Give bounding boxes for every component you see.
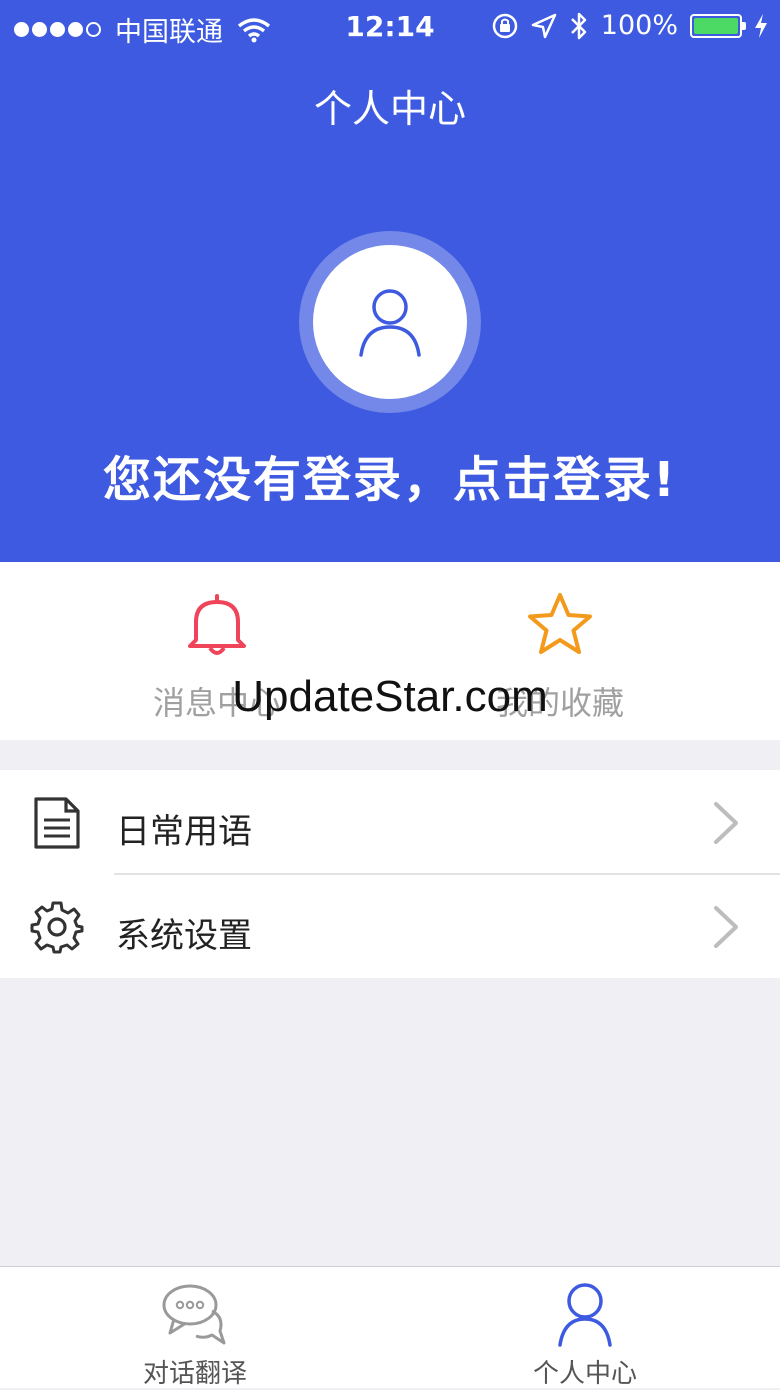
watermark: UpdateStar.com	[232, 672, 548, 721]
tab-conversation-translate[interactable]: 对话翻译	[0, 1267, 390, 1389]
tab-label: 个人中心	[532, 1359, 637, 1389]
battery-percent: 100%	[600, 10, 678, 41]
person-icon	[558, 1283, 612, 1347]
menu-item-common-phrases[interactable]: 日常用语	[0, 770, 780, 875]
bell-icon	[188, 594, 246, 655]
tab-label: 对话翻译	[142, 1359, 247, 1389]
menu-item-label: 系统设置	[116, 916, 252, 956]
menu-item-system-settings[interactable]: 系统设置	[0, 874, 780, 978]
avatar	[313, 245, 467, 399]
battery-icon	[690, 13, 746, 38]
chevron-right-icon	[714, 906, 738, 948]
user-icon	[359, 289, 421, 357]
star-icon	[528, 593, 592, 654]
page-title: 个人中心	[313, 87, 466, 131]
bluetooth-icon	[570, 12, 587, 39]
orientation-lock-icon	[492, 13, 518, 38]
status-bar: 中国联通 12:14 100%	[0, 0, 780, 56]
document-icon	[34, 797, 80, 849]
profile-header: 中国联通 12:14 100% 个人中心 您还没有登录，点击登录!	[0, 0, 780, 562]
location-arrow-icon	[531, 13, 557, 38]
charging-bolt-icon	[755, 13, 767, 38]
login-prompt-link[interactable]: 您还没有登录，点击登录!	[0, 440, 780, 510]
chat-bubble-icon	[162, 1284, 226, 1345]
chevron-right-icon	[714, 802, 738, 844]
tab-personal-center[interactable]: 个人中心	[390, 1267, 780, 1389]
gear-icon	[30, 901, 84, 954]
settings-menu: 日常用语 系统设置	[0, 770, 780, 978]
tab-bar: 对话翻译 个人中心	[0, 1266, 780, 1389]
avatar-button[interactable]	[299, 231, 481, 413]
menu-item-label: 日常用语	[116, 812, 252, 852]
